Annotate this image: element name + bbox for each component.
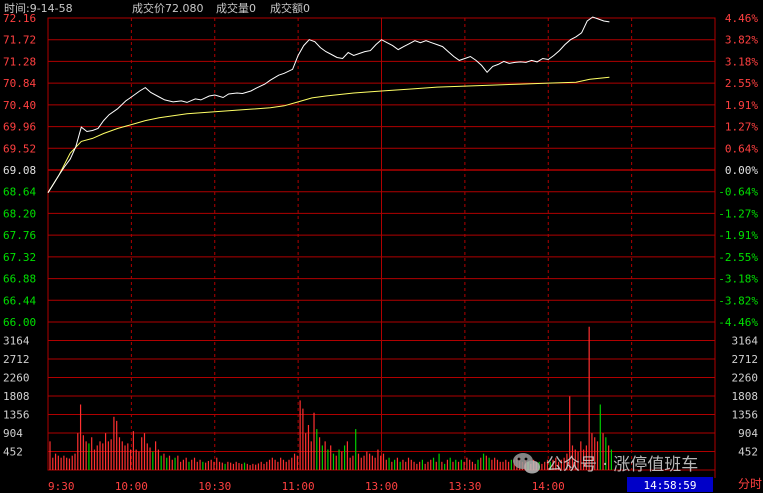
volume-tick-label-left: 1356 — [3, 409, 30, 422]
volume-tick-label-right: 2260 — [732, 372, 759, 385]
volume-tick-label-left: 1808 — [3, 390, 30, 403]
volume-tick-label-right: 1808 — [732, 390, 759, 403]
price-tick-label: 67.32 — [3, 251, 36, 264]
price-tick-label: 69.52 — [3, 142, 36, 155]
percent-tick-label: 2.55% — [725, 77, 758, 90]
percent-tick-label: -3.18% — [718, 273, 758, 286]
percent-tick-label: -3.82% — [718, 294, 758, 307]
percent-tick-label: 1.27% — [725, 121, 758, 134]
price-tick-label: 68.64 — [3, 186, 36, 199]
time-tick-label: 13:30 — [448, 480, 481, 493]
chart-grid — [47, 17, 716, 478]
average-price-line — [47, 76, 610, 193]
watermark-text: 公众号 · 涨停值班车 — [546, 455, 698, 475]
time-axis: 9:30 10:00 10:30 11:00 13:00 13:30 14:00 — [48, 480, 565, 493]
volume-tick-label-right: 2712 — [732, 353, 759, 366]
price-tick-label: 69.08 — [3, 164, 36, 177]
time-tick-label: 11:00 — [282, 480, 315, 493]
volume-tick-label-left: 904 — [3, 427, 23, 440]
volume-tick-label-right: 3164 — [732, 335, 759, 348]
volume-bars — [49, 326, 612, 470]
percent-tick-label: -0.64% — [718, 186, 758, 199]
price-tick-label: 67.76 — [3, 229, 36, 242]
percent-axis-right: 4.46% 3.82% 3.18% 2.55% 1.91% 1.27% 0.64% 0.00%… — [718, 12, 758, 329]
volume-tick-label-left: 452 — [3, 446, 23, 459]
volume-tick-label-right: 904 — [738, 427, 758, 440]
percent-tick-label: 0.00% — [725, 164, 758, 177]
percent-tick-label: -4.46% — [718, 316, 758, 329]
time-tick-label: 13:00 — [365, 480, 398, 493]
volume-tick-label-left: 3164 — [3, 335, 30, 348]
time-tick-label: 9:30 — [48, 480, 75, 493]
time-tick-label: 14:00 — [532, 480, 565, 493]
volume-tick-label-right: 452 — [738, 446, 758, 459]
price-tick-label: 66.00 — [3, 316, 36, 329]
time-tick-label: 10:00 — [115, 480, 148, 493]
percent-tick-label: -1.91% — [718, 229, 758, 242]
price-tick-label: 71.72 — [3, 34, 36, 47]
price-axis-left: 72.1671.7271.2870.8470.4069.9669.5269.08… — [3, 12, 36, 329]
header-price: 成交价72.080 — [132, 1, 204, 15]
percent-tick-label: -2.55% — [718, 251, 758, 264]
price-tick-label: 69.96 — [3, 121, 36, 134]
percent-tick-label: 1.91% — [725, 99, 758, 112]
volume-tick-label-right: 1356 — [732, 409, 759, 422]
header-volume: 成交量0 — [216, 1, 256, 15]
price-tick-label: 66.44 — [3, 294, 36, 307]
intraday-chart[interactable]: 72.1671.7271.2870.8470.4069.9669.5269.08… — [0, 0, 763, 493]
price-tick-label: 70.84 — [3, 77, 36, 90]
price-tick-label: 71.28 — [3, 55, 36, 68]
percent-tick-label: -1.27% — [718, 207, 758, 220]
volume-tick-label-left: 2260 — [3, 372, 30, 385]
price-tick-label: 66.88 — [3, 273, 36, 286]
time-tick-label: 10:30 — [198, 480, 231, 493]
percent-tick-label: 4.46% — [725, 12, 758, 25]
percent-tick-label: 3.82% — [725, 34, 758, 47]
price-tick-label: 70.40 — [3, 99, 36, 112]
mode-tab-minute[interactable]: 分时 — [738, 477, 762, 491]
volume-tick-label-left: 2712 — [3, 353, 30, 366]
header-time: 时间:9-14-58 — [4, 2, 73, 15]
watermark: 公众号 · 涨停值班车 — [513, 453, 698, 475]
percent-tick-label: 0.64% — [725, 142, 758, 155]
price-tick-label: 68.20 — [3, 207, 36, 220]
time-display: 14:58:59 — [644, 479, 697, 492]
header-amount: 成交额0 — [270, 1, 310, 15]
percent-tick-label: 3.18% — [725, 55, 758, 68]
